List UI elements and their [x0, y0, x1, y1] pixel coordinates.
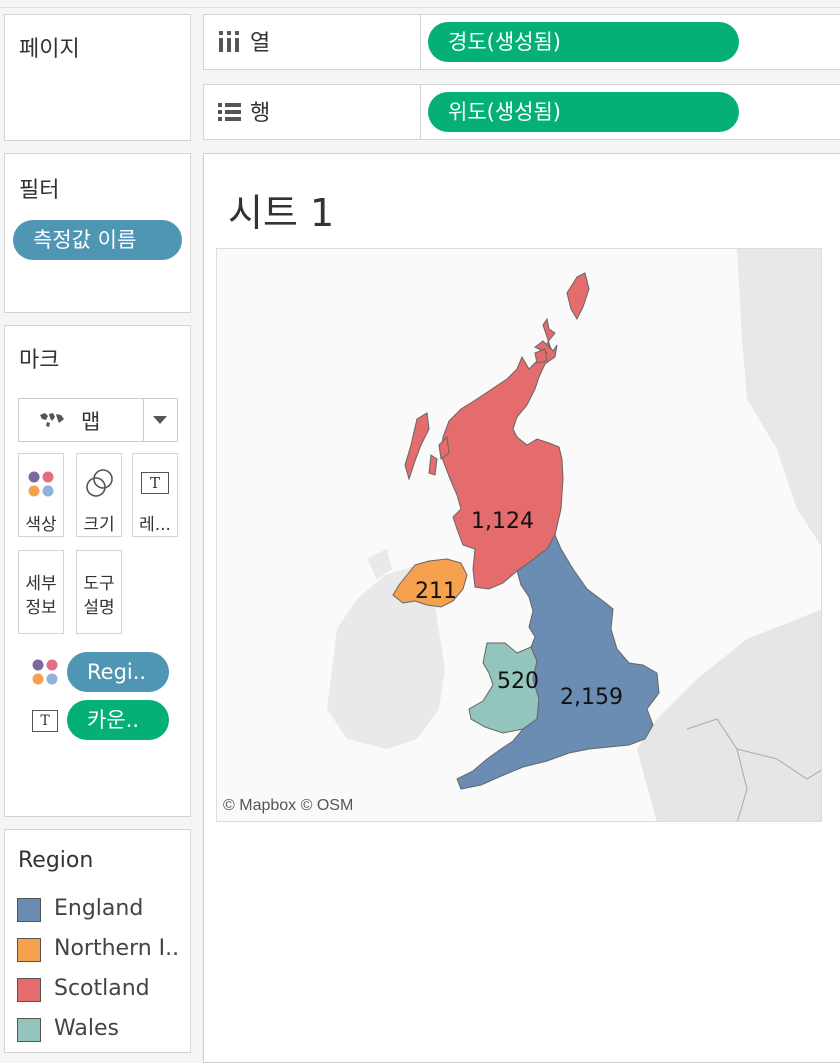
sheet-title: 시트 1 — [228, 191, 335, 235]
orkney-shetland-islands — [534, 272, 590, 364]
detail-button[interactable]: 세부 정보 — [18, 550, 64, 634]
legend-item-wales[interactable]: Wales — [17, 1016, 193, 1046]
legend-item-england[interactable]: England — [17, 896, 193, 926]
value-label-scotland: 1,124 — [471, 509, 534, 534]
count-label-pill[interactable]: 카운.. — [67, 700, 169, 740]
label-encoding-icon: T — [32, 710, 58, 732]
legend-swatch — [17, 1018, 41, 1042]
norway-landmass — [737, 249, 821, 546]
tooltip-button-label-line1: 도구 — [83, 574, 115, 594]
map-icon — [39, 411, 65, 429]
filters-panel: 필터 측정값 이름 — [4, 153, 191, 313]
hebrides-islands — [404, 412, 450, 481]
mark-type-label: 맵 — [81, 410, 101, 434]
chevron-down-icon — [153, 416, 167, 424]
tooltip-button[interactable]: 도구 설명 — [76, 550, 122, 634]
color-dots-icon — [27, 470, 55, 498]
marks-title: 마크 — [19, 348, 60, 373]
filter-pill-measure-names[interactable]: 측정값 이름 — [13, 220, 182, 260]
mark-type-dropdown[interactable]: 맵 — [18, 398, 178, 442]
top-toolbar-strip — [0, 0, 840, 8]
columns-icon — [218, 30, 240, 54]
legend-label: Scotland — [54, 976, 150, 1001]
tooltip-button-label-line2: 설명 — [83, 598, 115, 618]
color-button-label: 색상 — [25, 515, 57, 535]
columns-shelf: 열 경도(생성됨) — [203, 14, 840, 70]
filters-title: 필터 — [19, 178, 60, 203]
longitude-pill[interactable]: 경도(생성됨) — [428, 22, 739, 62]
legend-item-scotland[interactable]: Scotland — [17, 976, 193, 1006]
shelf-divider — [420, 85, 421, 139]
legend-panel: Region England Northern I.. Scotland Wal… — [4, 829, 191, 1053]
legend-label: Northern I.. — [54, 936, 180, 961]
continent-landmass — [637, 609, 821, 821]
latitude-pill[interactable]: 위도(생성됨) — [428, 92, 739, 132]
label-button[interactable]: T 레... — [132, 453, 178, 537]
color-button[interactable]: 색상 — [18, 453, 64, 537]
map-canvas — [327, 249, 821, 821]
map-attribution[interactable]: © Mapbox © OSM — [223, 797, 353, 815]
legend-swatch — [17, 898, 41, 922]
text-t-icon: T — [141, 472, 169, 494]
detail-button-label-line2: 정보 — [25, 598, 57, 618]
pages-panel: 페이지 — [4, 14, 191, 141]
rows-label: 행 — [250, 101, 271, 126]
legend-title: Region — [18, 848, 94, 873]
legend-swatch — [17, 978, 41, 1002]
legend-label: England — [54, 896, 144, 921]
color-encoding-icon — [31, 658, 59, 686]
columns-label: 열 — [250, 31, 271, 56]
size-circles-icon — [85, 468, 115, 498]
legend-swatch — [17, 938, 41, 962]
shelf-divider — [420, 15, 421, 69]
size-button-label: 크기 — [83, 515, 115, 535]
dropdown-divider — [143, 399, 144, 441]
size-button[interactable]: 크기 — [76, 453, 122, 537]
sheet-area: 시트 1 1,124 211 520 2,159 © Mapbox © OSM — [203, 153, 840, 1063]
detail-button-label-line1: 세부 — [25, 574, 57, 594]
value-label-northern-ireland: 211 — [415, 579, 457, 604]
marks-panel: 마크 맵 색상 크기 T 레... 세부 정보 도구 설명 Regi.. T 카… — [4, 325, 191, 817]
rows-icon — [218, 102, 242, 122]
pages-title: 페이지 — [19, 37, 80, 62]
rows-shelf: 행 위도(생성됨) — [203, 84, 840, 140]
legend-list: England Northern I.. Scotland Wales — [5, 890, 189, 1052]
label-button-label: 레... — [139, 515, 171, 535]
legend-label: Wales — [54, 1016, 119, 1041]
legend-item-northern-ireland[interactable]: Northern I.. — [17, 936, 193, 966]
value-label-england: 2,159 — [560, 685, 623, 710]
map-view[interactable]: 1,124 211 520 2,159 © Mapbox © OSM — [216, 248, 822, 822]
value-label-wales: 520 — [497, 669, 539, 694]
region-color-pill[interactable]: Regi.. — [67, 652, 169, 692]
